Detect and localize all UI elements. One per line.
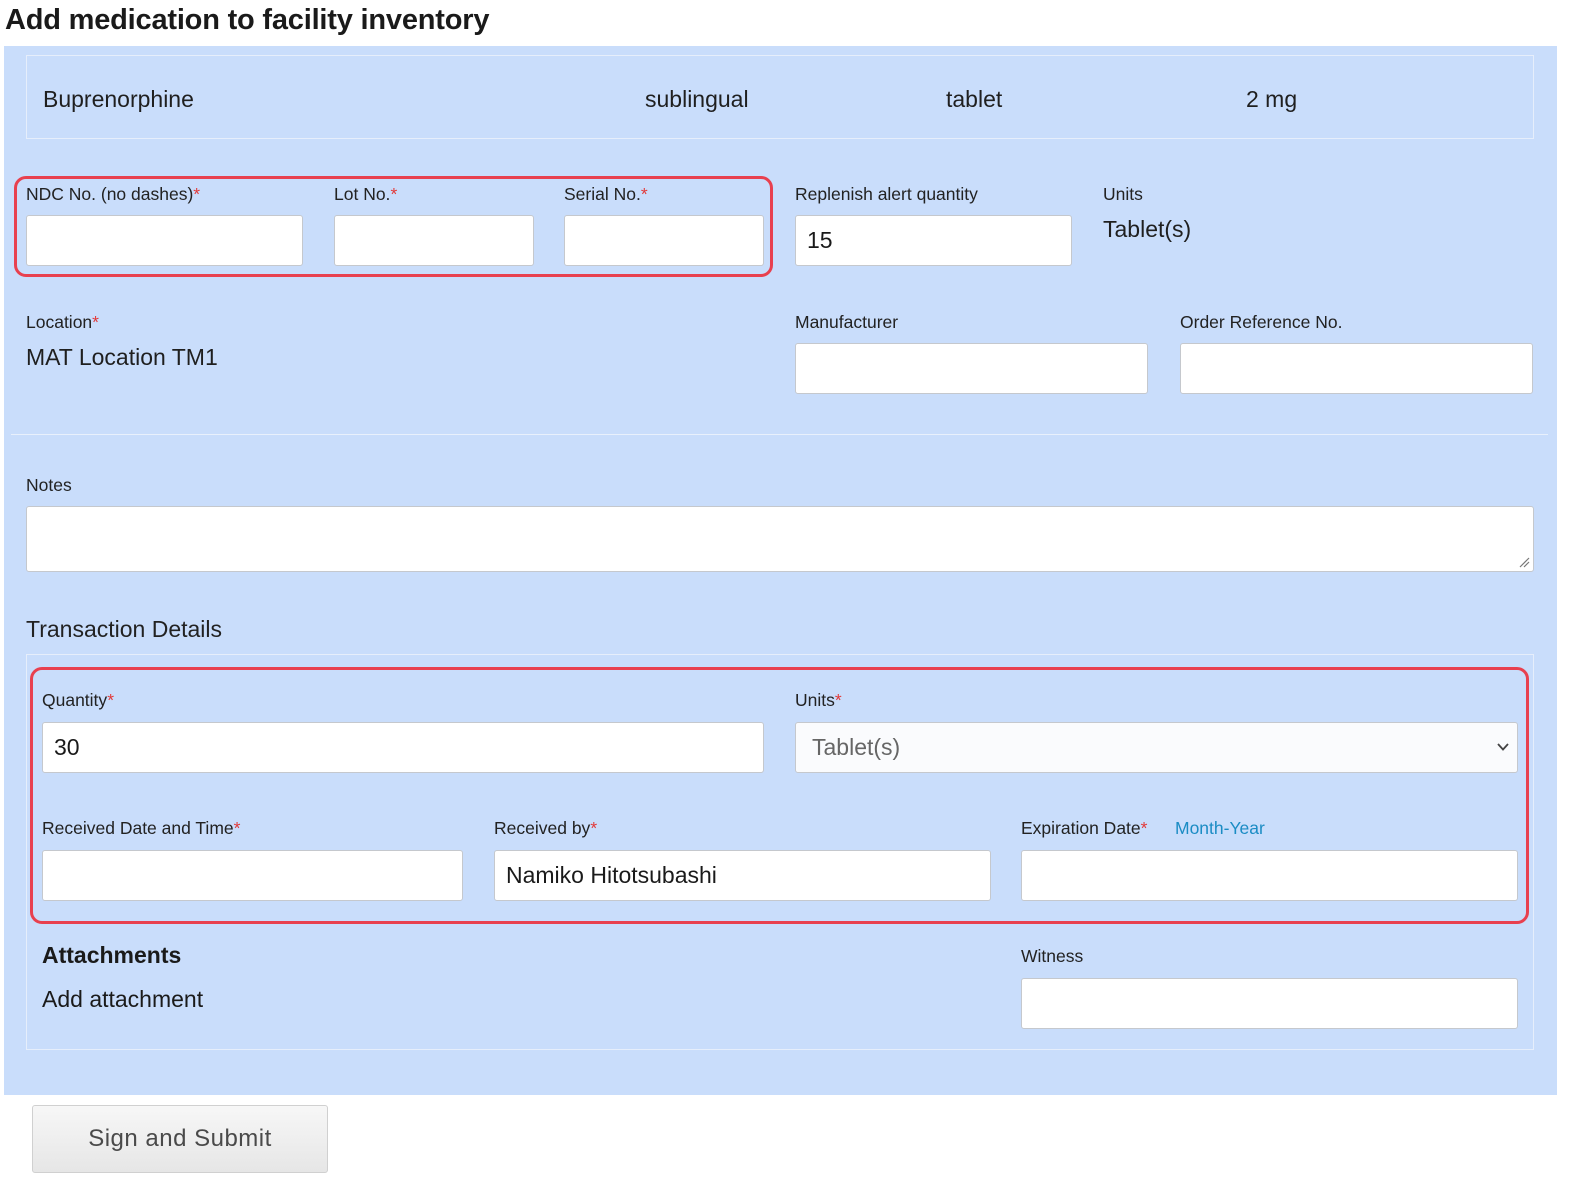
medication-form: tablet [946, 86, 1003, 112]
chevron-down-icon [1497, 743, 1509, 751]
lot-input[interactable] [334, 215, 534, 266]
section-divider [11, 434, 1548, 435]
lot-label: Lot No.* [334, 184, 398, 204]
order-reference-input[interactable] [1180, 343, 1533, 394]
units-selected-value: Tablet(s) [812, 734, 901, 760]
attachments-heading: Attachments [42, 942, 182, 968]
quantity-label: Quantity* [42, 690, 114, 710]
page-title: Add medication to facility inventory [5, 4, 490, 36]
replenish-quantity-input[interactable] [795, 215, 1072, 266]
ndc-label: NDC No. (no dashes)* [26, 184, 201, 204]
add-attachment-link[interactable]: Add attachment [42, 986, 203, 1013]
manufacturer-label: Manufacturer [795, 312, 899, 332]
medication-summary: Buprenorphine sublingual tablet 2 mg [26, 55, 1534, 139]
location-label: Location* [26, 312, 99, 332]
received-date-label: Received Date and Time* [42, 818, 241, 838]
received-date-input[interactable] [42, 850, 463, 901]
received-by-input[interactable] [494, 850, 991, 901]
ndc-input[interactable] [26, 215, 303, 266]
notes-textarea[interactable] [26, 506, 1534, 572]
sign-and-submit-button[interactable]: Sign and Submit [32, 1105, 328, 1173]
resize-grip-icon[interactable] [1518, 556, 1530, 568]
witness-input[interactable] [1021, 978, 1518, 1029]
month-year-toggle[interactable]: Month-Year [1175, 818, 1265, 839]
expiration-date-label: Expiration Date* [1021, 818, 1148, 838]
location-value: MAT Location TM1 [26, 344, 218, 370]
units-select[interactable]: Tablet(s) [795, 722, 1518, 773]
serial-input[interactable] [564, 215, 764, 266]
expiration-date-input[interactable] [1021, 850, 1518, 901]
received-by-label: Received by* [494, 818, 598, 838]
medication-strength: 2 mg [1246, 86, 1298, 112]
units-info-value: Tablet(s) [1103, 216, 1192, 242]
units-info-label: Units [1103, 184, 1143, 204]
witness-label: Witness [1021, 946, 1084, 966]
order-reference-label: Order Reference No. [1180, 312, 1343, 332]
units-select-label: Units* [795, 690, 842, 710]
notes-label: Notes [26, 475, 72, 495]
medication-name: Buprenorphine [43, 86, 194, 112]
transaction-details-heading: Transaction Details [26, 616, 223, 642]
replenish-label: Replenish alert quantity [795, 184, 978, 204]
medication-route: sublingual [645, 86, 749, 112]
manufacturer-input[interactable] [795, 343, 1148, 394]
serial-label: Serial No.* [564, 184, 648, 204]
quantity-input[interactable] [42, 722, 764, 773]
